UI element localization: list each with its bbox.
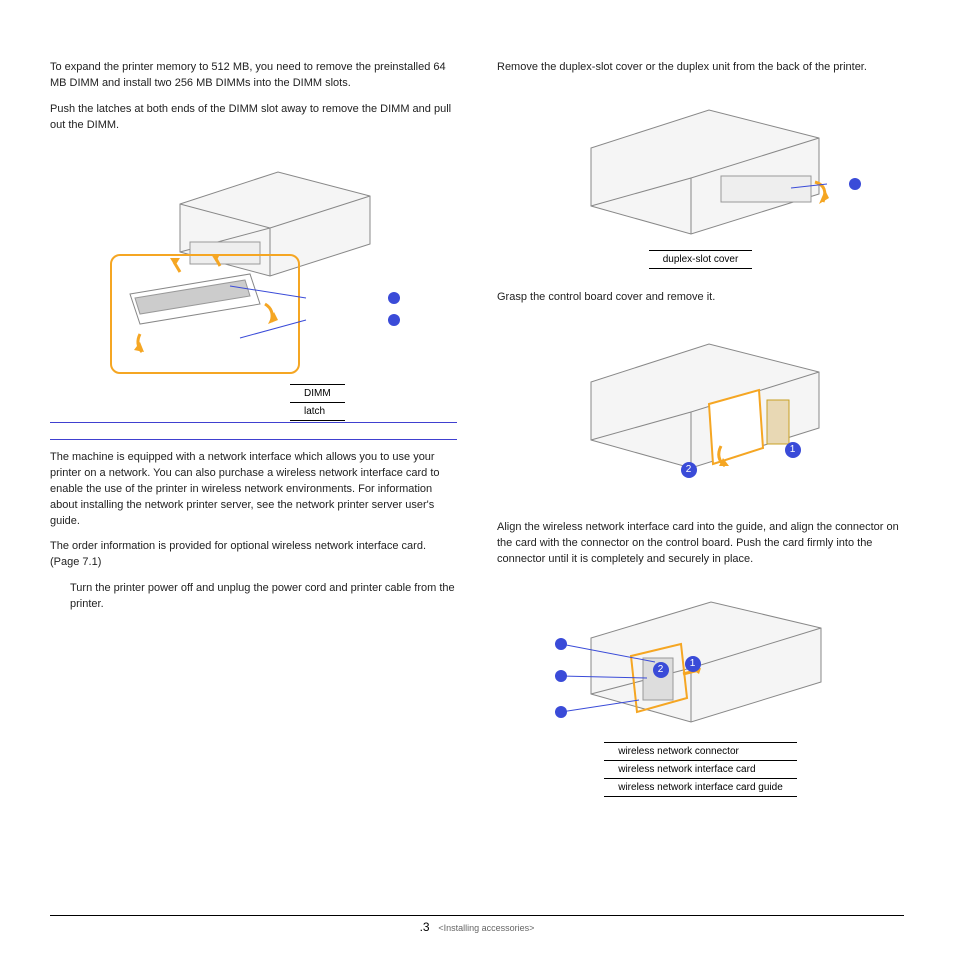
printer-back-icon (571, 86, 831, 246)
leader-lines-icon (300, 292, 400, 326)
para-latches: Push the latches at both ends of the DIM… (50, 102, 457, 134)
para-grasp-board: Grasp the control board cover and remove… (497, 290, 904, 306)
section-name: <Installing accessories> (438, 923, 534, 933)
page-number: .3 (420, 920, 430, 934)
page-footer: .3 <Installing accessories> (50, 915, 904, 934)
para-power-off: Turn the printer power off and unplug th… (50, 581, 457, 613)
leader-lines-wireless-icon (555, 638, 655, 718)
label-latch: latch (290, 402, 345, 420)
label-wireless-card: wireless network interface card (604, 760, 797, 778)
para-order-info: The order information is provided for op… (50, 539, 457, 571)
para-network-intro: The machine is equipped with a network i… (50, 450, 457, 530)
figure-wireless-card: 2 1 wireless network connector wireless … (497, 578, 904, 778)
figure-control-board: 2 1 (497, 316, 904, 506)
callout-1b: 1 (685, 656, 701, 672)
left-column: To expand the printer memory to 512 MB, … (50, 60, 457, 900)
callout-2: 2 (681, 462, 697, 478)
label-dimm: DIMM (290, 384, 345, 402)
section-divider (50, 422, 457, 440)
para-remove-duplex: Remove the duplex-slot cover or the dupl… (497, 60, 904, 76)
dimm-detail-icon (110, 254, 300, 374)
label-wireless-guide: wireless network interface card guide (604, 778, 797, 796)
wireless-label-table: wireless network connector wireless netw… (604, 742, 797, 797)
duplex-label-table: duplex-slot cover (649, 250, 753, 269)
figure-dimm-removal: DIMM latch (50, 144, 457, 404)
leader-line-icon (821, 178, 861, 190)
printer-board-icon (571, 316, 831, 486)
para-align-card: Align the wireless network interface car… (497, 520, 904, 568)
right-column: Remove the duplex-slot cover or the dupl… (497, 60, 904, 900)
dimm-label-table: DIMM latch (290, 384, 345, 421)
callout-1: 1 (785, 442, 801, 458)
callout-2b: 2 (653, 662, 669, 678)
label-duplex-cover: duplex-slot cover (649, 250, 753, 268)
figure-duplex-cover: duplex-slot cover (497, 86, 904, 276)
label-wireless-connector: wireless network connector (604, 742, 797, 760)
para-memory-expand: To expand the printer memory to 512 MB, … (50, 60, 457, 92)
